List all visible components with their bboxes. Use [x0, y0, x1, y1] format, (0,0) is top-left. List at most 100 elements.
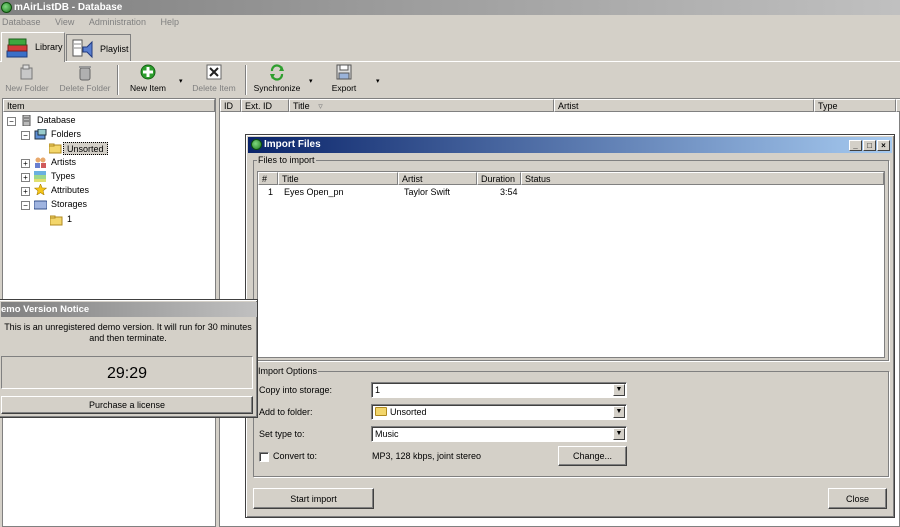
- tab-library[interactable]: Library: [1, 32, 65, 62]
- expander-artists[interactable]: +: [21, 159, 30, 168]
- toolbar: New Folder Delete Folder New Item ▾ Dele…: [0, 62, 900, 98]
- sort-filter-icon: ▿: [318, 101, 323, 111]
- tree-node-artists[interactable]: Artists: [51, 156, 76, 169]
- export-dropdown-arrow[interactable]: ▾: [376, 77, 380, 85]
- start-import-button[interactable]: Start import: [253, 488, 374, 509]
- menu-bar: Database View Administration Help: [0, 15, 900, 30]
- menu-view[interactable]: View: [55, 17, 74, 27]
- folders-icon: [34, 129, 47, 140]
- menu-help[interactable]: Help: [160, 17, 179, 27]
- sync-icon: [270, 64, 284, 81]
- chevron-down-icon[interactable]: ▼: [613, 384, 625, 396]
- types-icon: [34, 171, 46, 182]
- toolbar-separator: [245, 65, 247, 95]
- delete-item-button[interactable]: Delete Item: [189, 64, 239, 93]
- column-id[interactable]: ID: [220, 99, 241, 112]
- new-item-dropdown-arrow[interactable]: ▾: [179, 77, 183, 85]
- files-column-duration[interactable]: Duration: [477, 172, 521, 185]
- floppy-disk-icon: [336, 64, 352, 80]
- add-icon: [140, 64, 156, 80]
- export-label: Export: [331, 83, 357, 93]
- minimize-icon[interactable]: _: [849, 140, 862, 151]
- database-icon: [22, 115, 31, 126]
- menu-administration[interactable]: Administration: [89, 17, 146, 27]
- add-to-folder-select[interactable]: Unsorted ▼: [371, 404, 627, 420]
- convert-label: Convert to:: [273, 451, 318, 461]
- expander-types[interactable]: +: [21, 173, 30, 182]
- trash-icon: [79, 66, 91, 81]
- expander-database[interactable]: −: [7, 117, 16, 126]
- row-duration: 3:54: [500, 187, 518, 197]
- chevron-down-icon[interactable]: ▼: [613, 406, 625, 418]
- close-button[interactable]: Close: [828, 488, 887, 509]
- import-dialog-title-bar: Import Files _ □ ×: [248, 137, 892, 153]
- add-to-folder-label: Add to folder:: [259, 407, 313, 417]
- column-artist[interactable]: Artist: [554, 99, 814, 112]
- chevron-down-icon[interactable]: ▼: [613, 428, 625, 440]
- delete-item-label: Delete Item: [192, 83, 236, 93]
- maximize-icon[interactable]: □: [863, 140, 876, 151]
- new-folder-button[interactable]: New Folder: [4, 64, 50, 93]
- tree-node-types[interactable]: Types: [51, 170, 75, 183]
- tree-node-folders[interactable]: Folders: [51, 128, 81, 141]
- expander-folders[interactable]: −: [21, 131, 30, 140]
- files-to-import-group: Files to import # Title Artist Duration …: [253, 155, 889, 361]
- row-title: Eyes Open_pn: [284, 187, 344, 197]
- import-files-dialog: Import Files _ □ × Files to import # Tit…: [245, 134, 895, 518]
- app-icon: [251, 139, 262, 150]
- column-type[interactable]: Type: [814, 99, 896, 112]
- tree-node-storages[interactable]: Storages: [51, 198, 87, 211]
- storage-icon: [34, 200, 47, 210]
- app-icon: [1, 2, 12, 13]
- tree-node-database[interactable]: Database: [37, 114, 76, 127]
- change-button[interactable]: Change...: [558, 446, 627, 466]
- folder-icon: [49, 143, 62, 154]
- column-d[interactable]: D: [896, 99, 900, 112]
- copy-into-storage-value: 1: [375, 385, 381, 395]
- column-ext-id[interactable]: Ext. ID: [241, 99, 289, 112]
- demo-notice-title: emo Version Notice: [1, 304, 90, 315]
- tree-node-unsorted[interactable]: Unsorted: [63, 142, 108, 155]
- convert-checkbox[interactable]: [259, 452, 269, 462]
- demo-notice-title-bar: emo Version Notice: [1, 302, 257, 317]
- artists-icon: [35, 157, 46, 168]
- demo-countdown: 29:29: [1, 356, 253, 389]
- delete-folder-button[interactable]: Delete Folder: [56, 64, 114, 93]
- tab-playlist[interactable]: Playlist: [66, 34, 131, 62]
- files-column-num[interactable]: #: [258, 172, 278, 185]
- copy-into-storage-select[interactable]: 1 ▼: [371, 382, 627, 398]
- row-number: 1: [268, 187, 274, 197]
- synchronize-dropdown-arrow[interactable]: ▾: [309, 77, 313, 85]
- menu-database[interactable]: Database: [2, 17, 41, 27]
- files-column-status[interactable]: Status: [521, 172, 884, 185]
- column-title[interactable]: Title ▿: [289, 99, 554, 112]
- column-title-label: Title: [293, 101, 310, 111]
- purchase-license-button[interactable]: Purchase a license: [1, 396, 253, 414]
- tree-node-attributes[interactable]: Attributes: [51, 184, 89, 197]
- tree-node-storage-1[interactable]: 1: [67, 213, 72, 226]
- playlist-speaker-icon: [72, 39, 93, 59]
- export-button[interactable]: Export: [322, 64, 366, 93]
- books-icon: [6, 38, 28, 58]
- new-item-button[interactable]: New Item: [124, 64, 172, 93]
- set-type-select[interactable]: Music ▼: [371, 426, 627, 442]
- files-column-title[interactable]: Title: [278, 172, 398, 185]
- expander-attributes[interactable]: +: [21, 187, 30, 196]
- copy-into-storage-label: Copy into storage:: [259, 385, 333, 395]
- new-folder-icon: [20, 64, 33, 80]
- tab-playlist-label: Playlist: [100, 44, 129, 54]
- folder-icon: [375, 407, 387, 417]
- close-icon[interactable]: ×: [877, 140, 890, 151]
- new-item-label: New Item: [130, 83, 166, 93]
- tree-header-item[interactable]: Item: [3, 99, 215, 112]
- table-row[interactable]: 1 Eyes Open_pn Taylor Swift 3:54: [258, 186, 884, 199]
- folder-icon: [50, 215, 63, 226]
- window-title-bar: mAirListDB - Database: [0, 0, 900, 15]
- new-folder-label: New Folder: [5, 83, 49, 93]
- demo-notice-message: This is an unregistered demo version. It…: [4, 322, 252, 343]
- files-column-artist[interactable]: Artist: [398, 172, 477, 185]
- synchronize-button[interactable]: Synchronize: [251, 64, 303, 93]
- expander-storages[interactable]: −: [21, 201, 30, 210]
- convert-format: MP3, 128 kbps, joint stereo: [372, 451, 482, 461]
- demo-notice-dialog: emo Version Notice This is an unregister…: [0, 299, 258, 418]
